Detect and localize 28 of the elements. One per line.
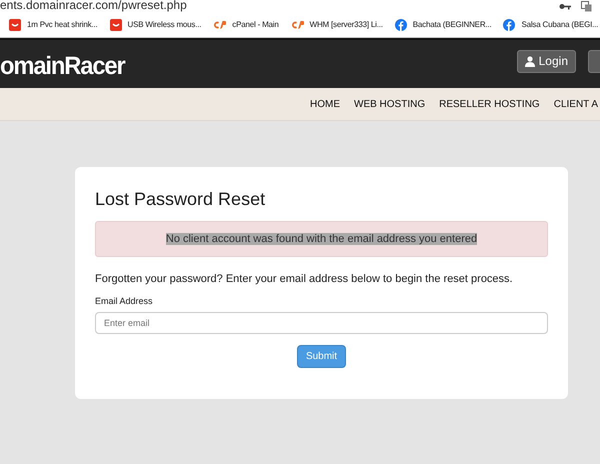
nav-link[interactable]: CLIENT A (554, 98, 598, 110)
shop-bag-icon (9, 18, 21, 30)
instruction-text: Forgotten your password? Enter your email address below to begin the reset process. (95, 273, 514, 285)
bookmark-link[interactable]: WHM [server333] Li... (310, 20, 383, 29)
bookmark-link[interactable]: Bachata (BEGINNER... (412, 20, 492, 29)
email-field[interactable]: Enter email (95, 312, 548, 334)
header-button[interactable] (588, 50, 600, 72)
facebook-icon (503, 18, 516, 30)
address-bar-url[interactable]: ents.domainracer.com/pwreset.php (0, 0, 559, 12)
bookmark-link[interactable]: cPanel - Main (232, 20, 279, 29)
bookmark-link[interactable]: Salsa Cubana (BEGI... (521, 20, 598, 29)
nav-link[interactable]: RESELLER HOSTING (439, 98, 540, 110)
site-logo[interactable]: omainRacer (0, 52, 125, 80)
cpanel-icon (290, 20, 304, 30)
translate-icon[interactable] (581, 0, 592, 12)
login-button[interactable]: Login (516, 50, 576, 72)
field-label: Email Address (95, 296, 154, 306)
bookmark-link[interactable]: USB Wireless mous... (128, 20, 202, 29)
nav-link[interactable]: HOME (310, 98, 340, 110)
page-title: Lost Password Reset (95, 189, 266, 210)
shop-bag-icon (110, 18, 122, 30)
bookmark-link[interactable]: 1m Pvc heat shrink... (27, 20, 98, 29)
key-icon[interactable] (559, 2, 571, 10)
facebook-icon (394, 18, 407, 30)
error-message: No client account was found with the email address you entered (166, 233, 478, 245)
user-icon (524, 56, 535, 66)
cpanel-icon (213, 20, 226, 30)
nav-link[interactable]: WEB HOSTING (354, 98, 426, 110)
